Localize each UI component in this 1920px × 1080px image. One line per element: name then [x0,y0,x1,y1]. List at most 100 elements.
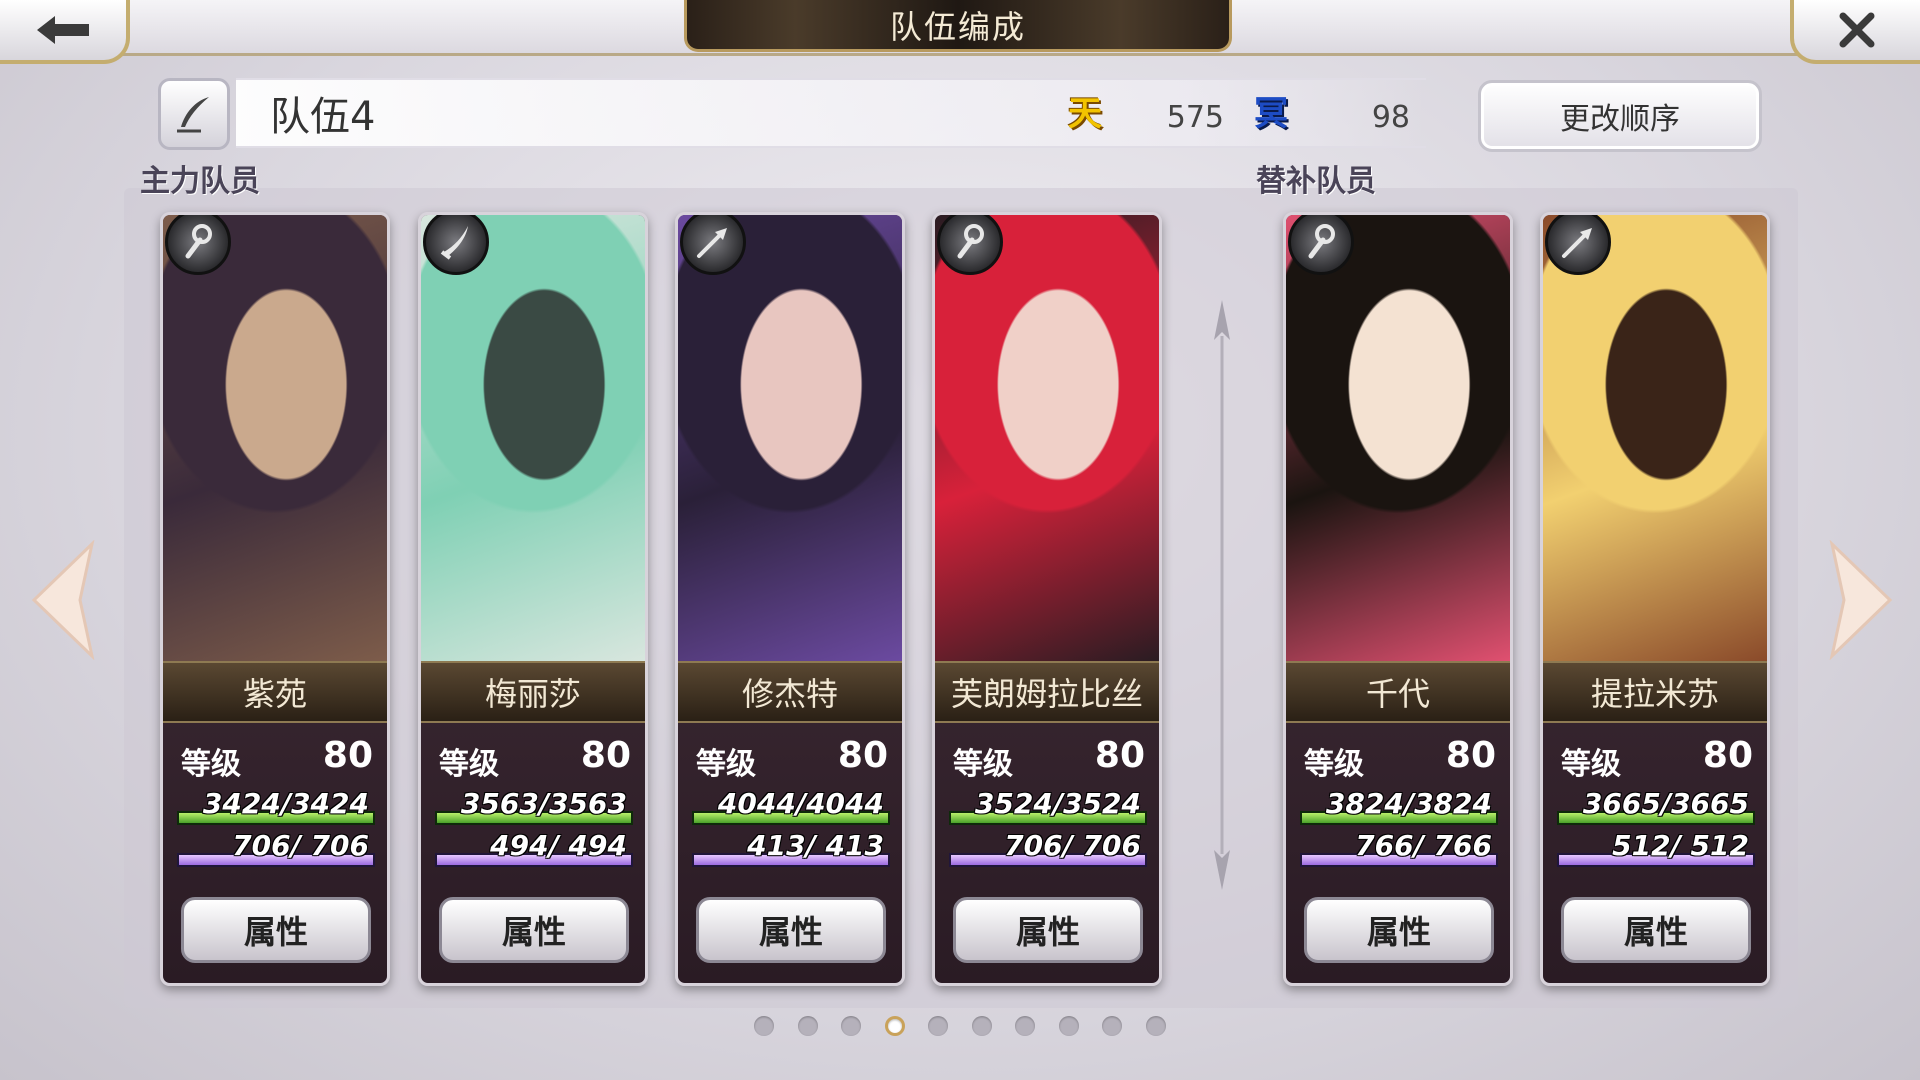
level-row: 等级 80 [1304,733,1496,782]
hp-value: 3524/3524 [974,787,1141,820]
level-label: 等级 [1561,747,1621,782]
back-arrow-icon [37,16,89,44]
member-name: 芙朗姆拉比丝 [935,661,1159,723]
level-label: 等级 [181,747,241,782]
page-dot[interactable] [971,1016,992,1036]
hp-value: 3563/3563 [460,787,627,820]
hp-bar: 3824/3824 [1300,787,1498,825]
arrow-icon [680,215,746,275]
close-button[interactable] [1790,0,1920,64]
level-value: 80 [1445,735,1496,776]
mp-value: 706/ 706 [1004,829,1141,862]
level-label: 等级 [696,747,756,782]
level-label: 等级 [953,747,1013,782]
member-portrait[interactable] [1543,215,1767,661]
team-name: 队伍4 [270,94,376,140]
page-dot[interactable] [1102,1016,1123,1036]
next-team-arrow-icon[interactable] [1826,540,1896,660]
attributes-button[interactable]: 属性 [1561,897,1751,963]
mp-value: 413/ 413 [747,829,884,862]
member-name: 修杰特 [678,661,902,723]
hp-value: 4044/4044 [717,787,884,820]
level-value: 80 [1702,735,1753,776]
blade-icon [423,215,489,275]
mp-bar: 512/ 512 [1557,829,1755,867]
attributes-button[interactable]: 属性 [696,897,886,963]
underworld-attribute-icon: 冥 [1254,94,1288,134]
member-portrait[interactable] [1286,215,1510,661]
page-dot[interactable] [797,1016,818,1036]
hp-bar: 4044/4044 [692,787,890,825]
arrow-icon [1545,215,1611,275]
page-dot[interactable] [1145,1016,1166,1036]
member-card[interactable]: 修杰特等级 80 4044/4044 413/ 413 属性 [675,212,905,986]
attributes-button[interactable]: 属性 [181,897,371,963]
hp-bar: 3424/3424 [177,787,375,825]
underworld-value: 98 [1371,100,1410,135]
prev-team-arrow-icon[interactable] [28,540,98,660]
page-dot[interactable] [1015,1016,1036,1036]
level-row: 等级 80 [696,733,888,782]
team-info-bar [236,78,1426,148]
swap-divider-icon [1214,300,1230,890]
heaven-attribute-icon: 天 [1068,94,1102,134]
member-card[interactable]: 梅丽莎等级 80 3563/3563 494/ 494 属性 [418,212,648,986]
mp-value: 494/ 494 [490,829,627,862]
level-value: 80 [322,735,373,776]
attributes-button[interactable]: 属性 [439,897,629,963]
hp-value: 3824/3824 [1325,787,1492,820]
page-title: 队伍编成 [684,0,1232,52]
member-portrait[interactable] [678,215,902,661]
attributes-button[interactable]: 属性 [1304,897,1494,963]
member-card[interactable]: 千代等级 80 3824/3824 766/ 766 属性 [1283,212,1513,986]
member-card[interactable]: 芙朗姆拉比丝等级 80 3524/3524 706/ 706 属性 [932,212,1162,986]
mp-bar: 766/ 766 [1300,829,1498,867]
staff-icon [937,215,1003,275]
hp-bar: 3563/3563 [435,787,633,825]
main-members-label: 主力队员 [140,164,260,199]
change-order-button[interactable]: 更改顺序 [1478,80,1762,152]
attributes-button[interactable]: 属性 [953,897,1143,963]
level-value: 80 [580,735,631,776]
member-name: 梅丽莎 [421,661,645,723]
mp-bar: 706/ 706 [949,829,1147,867]
mp-bar: 494/ 494 [435,829,633,867]
page-dot[interactable] [754,1016,774,1036]
hp-value: 3424/3424 [202,787,369,820]
mp-value: 512/ 512 [1612,829,1749,862]
member-portrait[interactable] [163,215,387,661]
hp-bar: 3524/3524 [949,787,1147,825]
level-row: 等级 80 [181,733,373,782]
page-dot[interactable] [928,1016,949,1036]
page-dot[interactable] [1058,1016,1079,1036]
member-name: 紫苑 [163,661,387,723]
rename-team-button[interactable] [158,78,230,150]
level-row: 等级 80 [439,733,631,782]
mp-bar: 706/ 706 [177,829,375,867]
mp-value: 766/ 766 [1355,829,1492,862]
heaven-value: 575 [1166,100,1224,135]
member-name: 千代 [1286,661,1510,723]
hp-bar: 3665/3665 [1557,787,1755,825]
page-dot[interactable] [841,1016,862,1036]
level-row: 等级 80 [953,733,1145,782]
member-card[interactable]: 紫苑等级 80 3424/3424 706/ 706 属性 [160,212,390,986]
staff-icon [1288,215,1354,275]
member-name: 提拉米苏 [1543,661,1767,723]
quill-icon [177,97,209,133]
reserve-members-label: 替补队员 [1256,164,1376,199]
member-portrait[interactable] [421,215,645,661]
team-pagination [754,1016,1166,1040]
page-dot[interactable] [884,1016,905,1036]
mp-value: 706/ 706 [232,829,369,862]
level-value: 80 [1094,735,1145,776]
back-button[interactable] [0,0,130,64]
staff-icon [165,215,231,275]
level-value: 80 [837,735,888,776]
mp-bar: 413/ 413 [692,829,890,867]
member-card[interactable]: 提拉米苏等级 80 3665/3665 512/ 512 属性 [1540,212,1770,986]
level-row: 等级 80 [1561,733,1753,782]
level-label: 等级 [1304,747,1364,782]
member-portrait[interactable] [935,215,1159,661]
hp-value: 3665/3665 [1582,787,1749,820]
